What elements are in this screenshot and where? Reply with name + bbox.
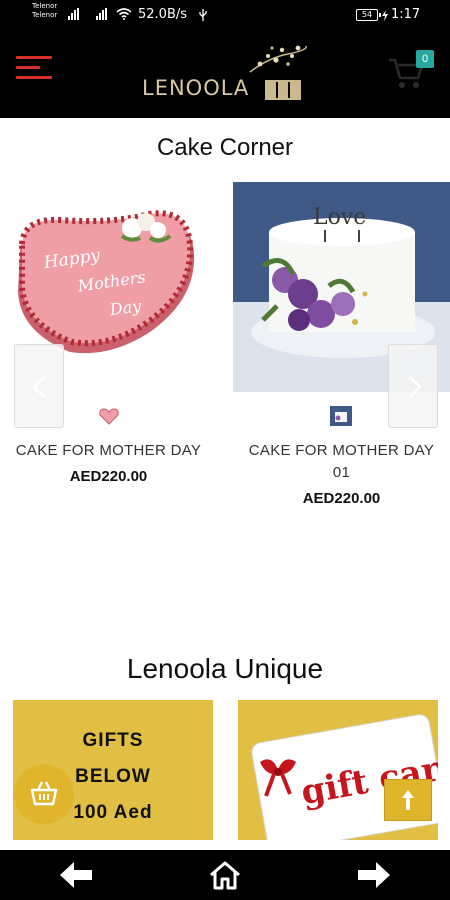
carrier-labels: Telenor Telenor — [32, 2, 57, 20]
basket-icon — [30, 781, 58, 806]
cart-count-badge: 0 — [416, 50, 434, 68]
chevron-left-icon — [32, 376, 45, 398]
wifi-icon — [116, 8, 132, 20]
home-button[interactable] — [205, 858, 245, 892]
scroll-to-top-button[interactable] — [384, 779, 432, 821]
chevron-right-icon — [409, 376, 422, 398]
logo-branch-icon — [249, 45, 307, 73]
svg-text:Love: Love — [313, 205, 366, 230]
basket-button[interactable] — [14, 764, 74, 824]
menu-icon — [16, 56, 52, 59]
carrier-1: Telenor — [32, 2, 58, 10]
forward-button[interactable] — [354, 858, 394, 892]
section-title-lenoola-unique: Lenoola Unique — [126, 653, 324, 684]
product-name[interactable]: CAKE FOR MOTHER DAY — [0, 440, 217, 462]
product-name-line-1: CAKE FOR MOTHER DAY — [248, 442, 435, 459]
product-name-line-2: 01 — [332, 464, 351, 481]
home-icon — [210, 861, 240, 890]
logo-text: LENOOLA — [142, 76, 250, 100]
carousel-prev-button[interactable] — [14, 344, 64, 428]
product-price: AED220.00 — [302, 490, 381, 507]
carousel-next-button[interactable] — [388, 344, 438, 428]
navigation-bar — [0, 850, 450, 900]
logo[interactable]: LENOOLA — [140, 42, 310, 104]
status-bar: Telenor Telenor 52.0B/s 54 1:17 — [0, 0, 450, 32]
section-title-cake-corner: Cake Corner — [156, 134, 294, 161]
product-name[interactable]: CAKE FOR MOTHER DAY 01 — [233, 440, 450, 484]
app-header: LENOOLA 0 — [0, 32, 450, 118]
menu-icon — [16, 76, 52, 79]
back-arrow-icon — [60, 862, 92, 888]
signal-icon — [68, 8, 79, 20]
network-speed: 52.0B/s — [138, 7, 188, 22]
menu-icon — [16, 66, 40, 69]
forward-arrow-icon — [358, 862, 390, 888]
clock: 1:17 — [391, 7, 421, 22]
menu-button[interactable] — [16, 54, 54, 82]
arrow-up-icon — [402, 790, 414, 810]
image-thumbnail[interactable] — [330, 406, 352, 426]
signal-icon — [96, 8, 107, 20]
battery-indicator: 54 — [356, 9, 381, 21]
carrier-2: Telenor — [32, 11, 58, 19]
product-price: AED220.00 — [69, 468, 148, 485]
logo-gift-box-icon — [265, 80, 301, 100]
usb-icon — [199, 9, 207, 21]
tile-line-1: GIFTS — [82, 730, 144, 751]
image-thumbnail[interactable] — [98, 406, 120, 426]
back-button[interactable] — [56, 858, 96, 892]
cart-button[interactable]: 0 — [388, 50, 438, 94]
charging-icon — [382, 10, 388, 21]
